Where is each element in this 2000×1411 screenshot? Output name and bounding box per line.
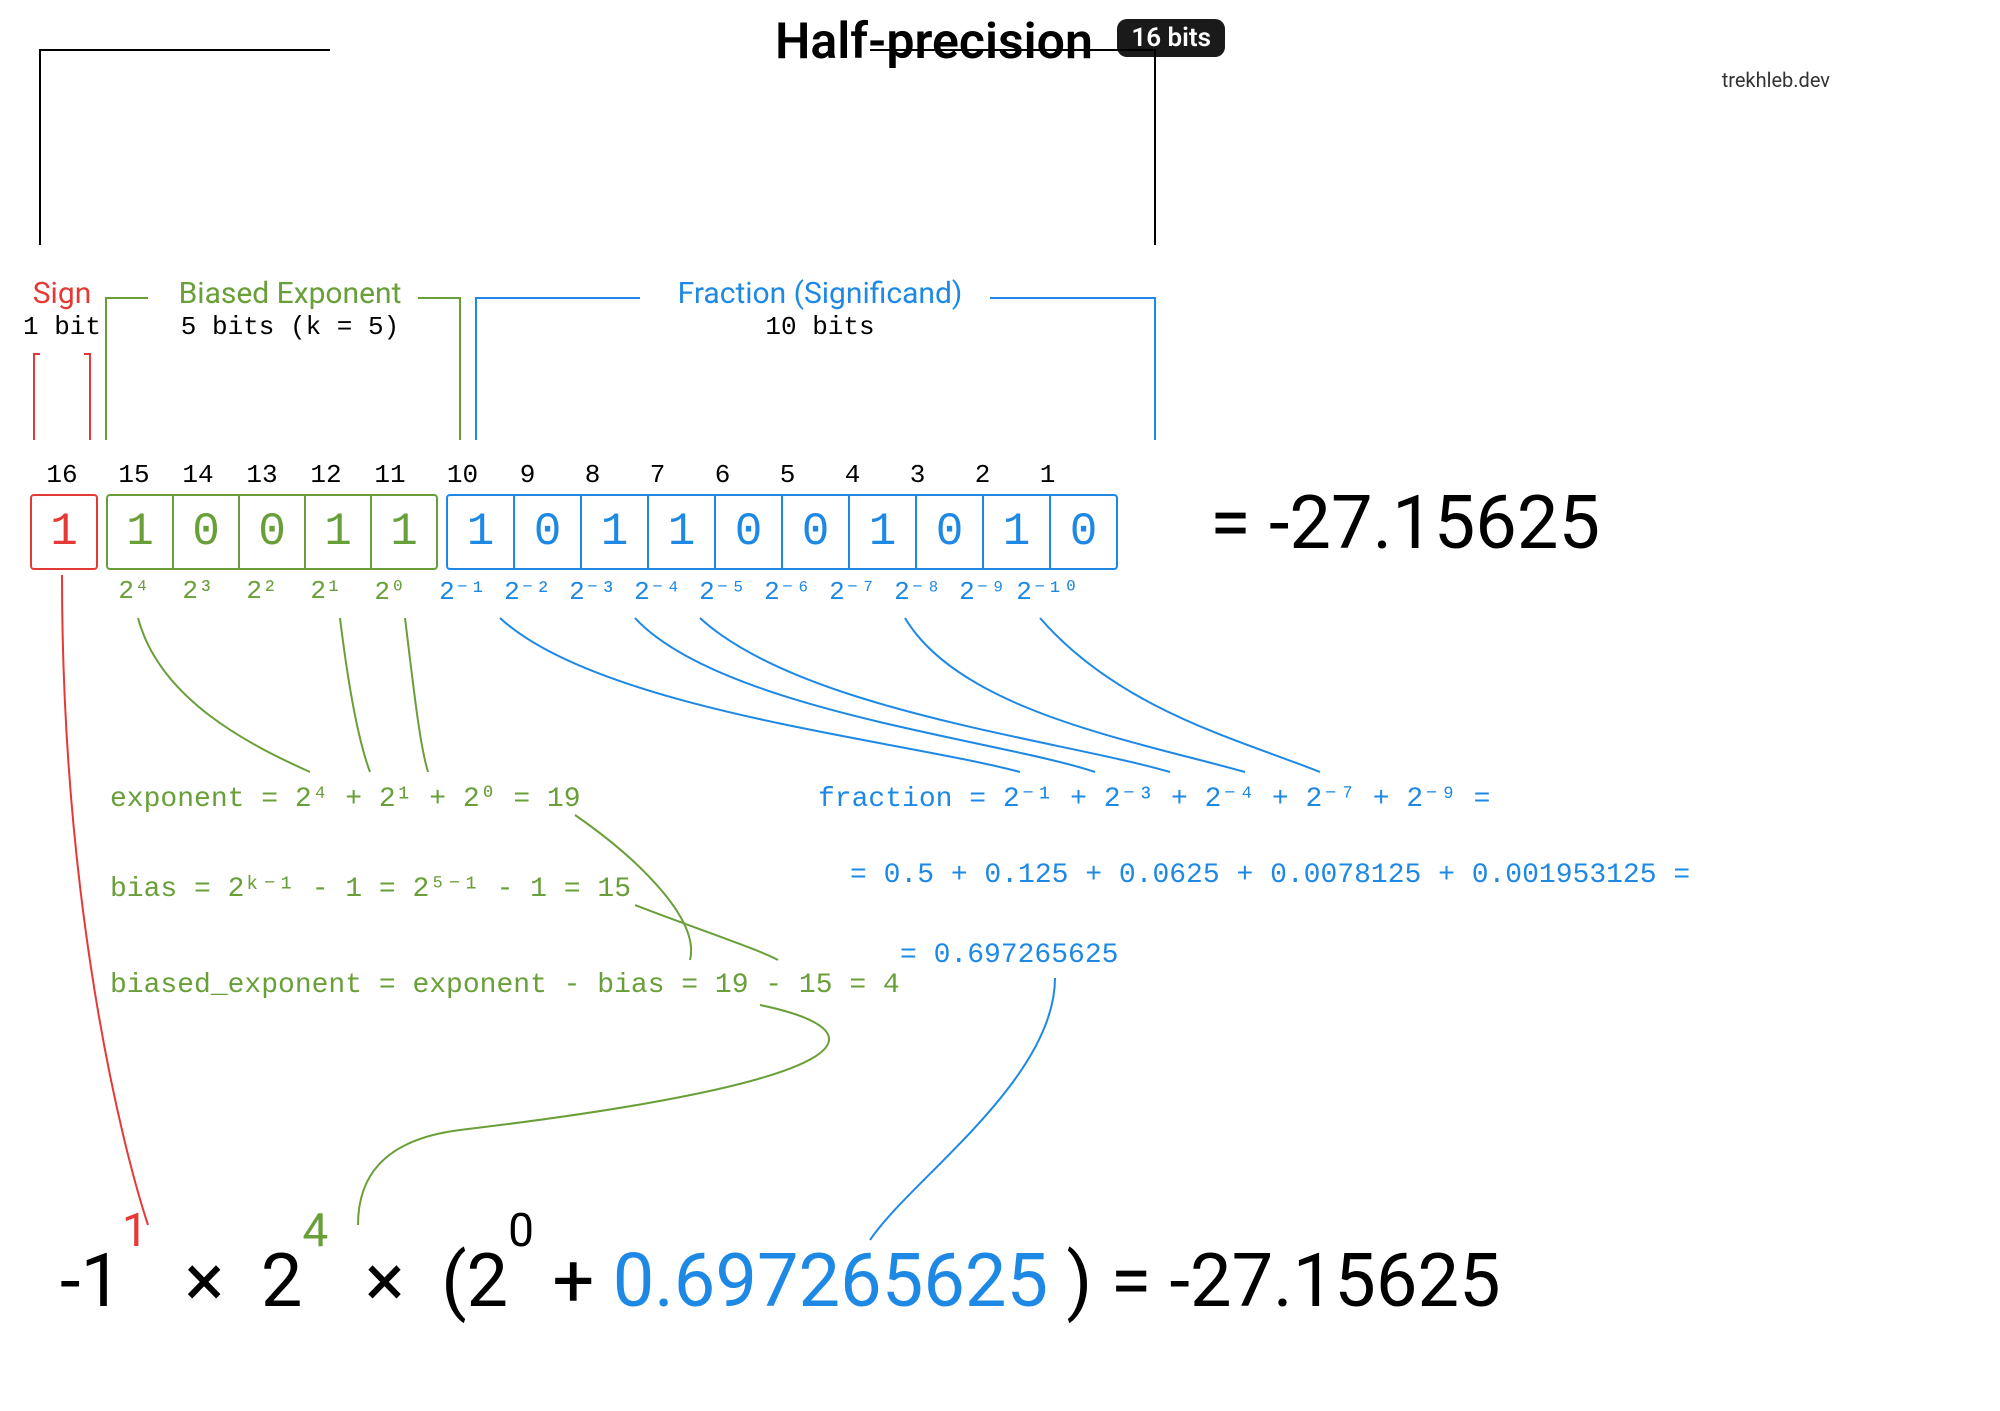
bit-index: 3	[885, 460, 950, 490]
calc-bias-line: bias = 2ᵏ⁻¹ - 1 = 2⁵⁻¹ - 1 = 15	[110, 870, 631, 905]
diagram-canvas: Half-precision 16 bits trekhleb.dev Sign…	[0, 0, 2000, 1411]
fraction-bit: 0	[1051, 496, 1116, 568]
bit-index: 13	[230, 460, 294, 490]
formula-sign-exp: 1	[122, 1204, 148, 1258]
section-label-exponent: Biased Exponent	[110, 276, 470, 311]
section-sub-sign: 1 bit	[12, 312, 112, 342]
title-block: Half-precision 16 bits	[0, 10, 2000, 71]
bit-index: 1	[1015, 460, 1080, 490]
power-cell: 2³	[166, 576, 230, 607]
bit-index: 16	[30, 460, 94, 490]
bit-index: 11	[358, 460, 422, 490]
power-cell: 2⁻⁸	[885, 576, 950, 607]
power-cell: 2⁻⁶	[755, 576, 820, 607]
fraction-bit: 0	[716, 496, 783, 568]
section-sub-exponent: 5 bits (k = 5)	[110, 312, 470, 342]
bit-index: 15	[102, 460, 166, 490]
fraction-bit: 1	[649, 496, 716, 568]
power-cell	[30, 576, 94, 607]
bit-powers: 2⁴ 2³ 2² 2¹ 2⁰ 2⁻¹ 2⁻² 2⁻³ 2⁻⁴ 2⁻⁵ 2⁻⁶ 2…	[30, 576, 1080, 607]
fraction-bit-group: 1 0 1 1 0 0 1 0 1 0	[446, 494, 1118, 570]
section-label-sign: Sign	[12, 276, 112, 311]
connectors-overlay	[0, 0, 2000, 1411]
exponent-bit: 1	[108, 496, 174, 568]
decimal-value: -27.15625	[1269, 480, 1600, 567]
calc-fraction-line3: = 0.697265625	[900, 940, 1118, 971]
fraction-bit: 1	[582, 496, 649, 568]
bit-index: 5	[755, 460, 820, 490]
bit-index: 6	[690, 460, 755, 490]
fraction-bit: 1	[850, 496, 917, 568]
fraction-bit: 1	[984, 496, 1051, 568]
formula-result: -27.15625	[1170, 1238, 1501, 1325]
power-cell: 2⁻⁴	[625, 576, 690, 607]
power-cell: 2²	[230, 576, 294, 607]
power-cell: 2⁻¹⁰	[1015, 576, 1080, 607]
exponent-bit: 0	[240, 496, 306, 568]
fraction-bit: 0	[515, 496, 582, 568]
bits-badge: 16 bits	[1117, 19, 1225, 57]
bit-indices: 16 15 14 13 12 11 10 9 8 7 6 5 4 3 2 1	[30, 460, 1080, 490]
fraction-bit: 0	[917, 496, 984, 568]
power-cell: 2¹	[294, 576, 358, 607]
fraction-bit: 0	[783, 496, 850, 568]
equals-decimal: = -27.15625	[1210, 480, 1600, 567]
section-label-fraction: Fraction (Significand)	[470, 276, 1170, 311]
power-cell: 2⁴	[102, 576, 166, 607]
sign-bit: 1	[32, 496, 96, 568]
fraction-bit: 1	[448, 496, 515, 568]
formula-mantissa-exp: 0	[508, 1204, 534, 1258]
exponent-bit: 0	[174, 496, 240, 568]
power-cell: 2⁻⁵	[690, 576, 755, 607]
power-cell: 2⁻⁷	[820, 576, 885, 607]
exponent-bit: 1	[372, 496, 436, 568]
power-cell: 2⁻¹	[430, 576, 495, 607]
calc-fraction-line1: fraction = 2⁻¹ + 2⁻³ + 2⁻⁴ + 2⁻⁷ + 2⁻⁹ =	[818, 780, 1490, 815]
bit-index: 4	[820, 460, 885, 490]
final-formula: -11 × 24 × (20 + 0.697265625 ) = -27.156…	[60, 1238, 1501, 1325]
bit-index: 12	[294, 460, 358, 490]
calc-fraction-line2: = 0.5 + 0.125 + 0.0625 + 0.0078125 + 0.0…	[850, 860, 1690, 891]
bit-index: 2	[950, 460, 1015, 490]
title-text: Half-precision	[775, 13, 1093, 71]
sign-bit-group: 1	[30, 494, 98, 570]
formula-two-exp: 4	[302, 1204, 328, 1258]
power-cell: 2⁻²	[495, 576, 560, 607]
power-cell: 2⁻³	[560, 576, 625, 607]
calc-biased-exponent-line: biased_exponent = exponent - bias = 19 -…	[110, 970, 900, 1001]
formula-fraction-value: 0.697265625	[613, 1238, 1048, 1325]
calc-exponent-line: exponent = 2⁴ + 2¹ + 2⁰ = 19	[110, 780, 581, 815]
power-cell: 2⁻⁹	[950, 576, 1015, 607]
exponent-bit-group: 1 0 0 1 1	[106, 494, 438, 570]
power-cell: 2⁰	[358, 576, 422, 607]
bit-index: 8	[560, 460, 625, 490]
credit-text: trekhleb.dev	[1722, 68, 1830, 92]
bits-row: 1 1 0 0 1 1 1 0 1 1 0 0 1 0 1 0	[30, 494, 1118, 570]
bit-index: 7	[625, 460, 690, 490]
section-sub-fraction: 10 bits	[470, 312, 1170, 342]
bit-index: 10	[430, 460, 495, 490]
exponent-bit: 1	[306, 496, 372, 568]
bit-index: 14	[166, 460, 230, 490]
bit-index: 9	[495, 460, 560, 490]
